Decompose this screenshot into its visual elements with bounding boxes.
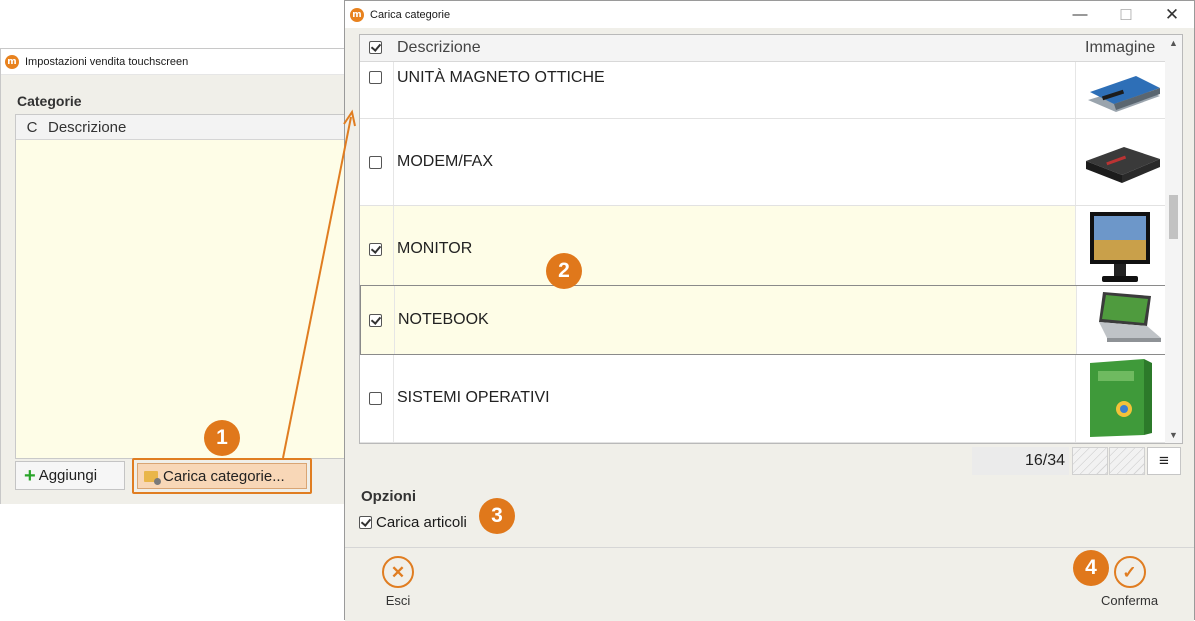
category-row[interactable]: SISTEMI OPERATIVI [360,355,1166,443]
select-all-checkbox[interactable] [369,41,382,54]
row-checkbox-cell [360,119,394,205]
row-checkbox[interactable] [369,392,382,405]
exit-icon: ✕ [382,556,414,588]
categories-grid[interactable]: C Descrizione [15,114,357,459]
close-icon[interactable]: ✕ [1149,1,1195,28]
row-checkbox-cell [360,355,394,442]
column-header-c[interactable]: C [16,119,48,136]
callout-badge-4: 4 [1073,550,1109,586]
categories-grid-header: C Descrizione [16,115,356,140]
dialog-footer: ✕ Esci ✓ Conferma [345,547,1194,621]
row-checkbox[interactable] [369,243,382,256]
category-row[interactable]: UNITÀ MAGNETO OTTICHE [360,62,1166,119]
operating-system-box-image [1090,359,1152,437]
grid-scrollbar[interactable]: ▲ ▼ [1165,35,1182,443]
confirm-button[interactable]: ✓ Conferma [1101,556,1158,608]
maximize-icon[interactable]: ☐ [1103,1,1149,28]
row-description: UNITÀ MAGNETO OTTICHE [397,69,605,86]
add-button-label: Aggiungi [38,467,98,484]
minimize-icon[interactable]: — [1057,1,1103,28]
load-categories-dialog: m Carica categorie — ☐ ✕ Descrizione Imm… [344,0,1195,621]
column-header-description[interactable]: Descrizione [397,39,481,57]
app-logo-icon: m [350,7,364,22]
column-header-image[interactable]: Immagine [1085,39,1155,57]
categories-select-grid: Descrizione Immagine UNITÀ MAGNETO OTTIC… [359,34,1183,444]
row-image-cell [1075,119,1166,205]
category-row[interactable]: NOTEBOOK [360,285,1167,355]
callout-badge-2: 2 [546,253,582,289]
exit-label: Esci [385,593,411,608]
add-button[interactable]: + Aggiungi [15,461,125,490]
exit-button[interactable]: ✕ Esci [382,556,414,608]
grid-menu-icon[interactable]: ≡ [1147,447,1181,475]
row-image-cell [1075,62,1166,118]
scroll-up-icon[interactable]: ▲ [1165,35,1182,51]
modem-image [1086,147,1160,183]
row-image-cell [1076,286,1167,354]
categories-section-label: Categorie [17,93,82,109]
load-categories-label: Carica categorie... [163,467,285,485]
row-checkbox[interactable] [369,71,382,84]
row-checkbox-cell [360,62,394,118]
row-checkbox[interactable] [369,314,382,327]
previous-page-button[interactable] [1072,447,1108,475]
callout-badge-1: 1 [204,420,240,456]
row-image-cell [1075,355,1166,442]
category-row[interactable]: MODEM/FAX [360,119,1166,206]
scrollbar-thumb[interactable] [1169,195,1178,239]
load-categories-highlight: Carica categorie... [132,458,312,494]
plus-icon: + [24,464,36,487]
column-header-description[interactable]: Descrizione [48,119,126,136]
settings-window-title: Impostazioni vendita touchscreen [25,55,189,68]
settings-titlebar: m Impostazioni vendita touchscreen [1,49,351,75]
settings-window: m Impostazioni vendita touchscreen Categ… [0,48,357,504]
options-title: Opzioni [361,488,416,505]
load-articles-option[interactable]: Carica articoli [359,514,467,531]
page-indicator: 16/34 [972,447,1069,475]
row-description: MODEM/FAX [397,153,494,170]
monitor-image [1090,212,1150,282]
scroll-down-icon[interactable]: ▼ [1165,427,1182,443]
notebook-image [1099,292,1161,342]
row-checkbox-cell [360,206,394,292]
callout-badge-3: 3 [479,498,515,534]
magneto-optical-drive-image [1088,76,1160,112]
category-row[interactable]: MONITOR [360,206,1166,293]
confirm-label: Conferma [1101,593,1159,608]
folder-add-icon [144,470,161,485]
grid-header: Descrizione Immagine [360,35,1165,62]
load-categories-button[interactable]: Carica categorie... [137,463,307,489]
row-description: NOTEBOOK [398,311,489,328]
row-description: SISTEMI OPERATIVI [397,389,550,406]
app-logo-icon: m [5,54,19,69]
dialog-title: Carica categorie [370,8,451,21]
row-checkbox[interactable] [369,156,382,169]
confirm-icon: ✓ [1113,556,1146,588]
load-articles-label[interactable]: Carica articoli [376,514,467,531]
row-description: MONITOR [397,240,473,257]
row-checkbox-cell [361,286,395,354]
load-articles-checkbox[interactable] [359,516,372,529]
row-image-cell [1075,206,1166,292]
next-page-button[interactable] [1109,447,1145,475]
dialog-titlebar: m Carica categorie — ☐ ✕ [345,1,1194,28]
